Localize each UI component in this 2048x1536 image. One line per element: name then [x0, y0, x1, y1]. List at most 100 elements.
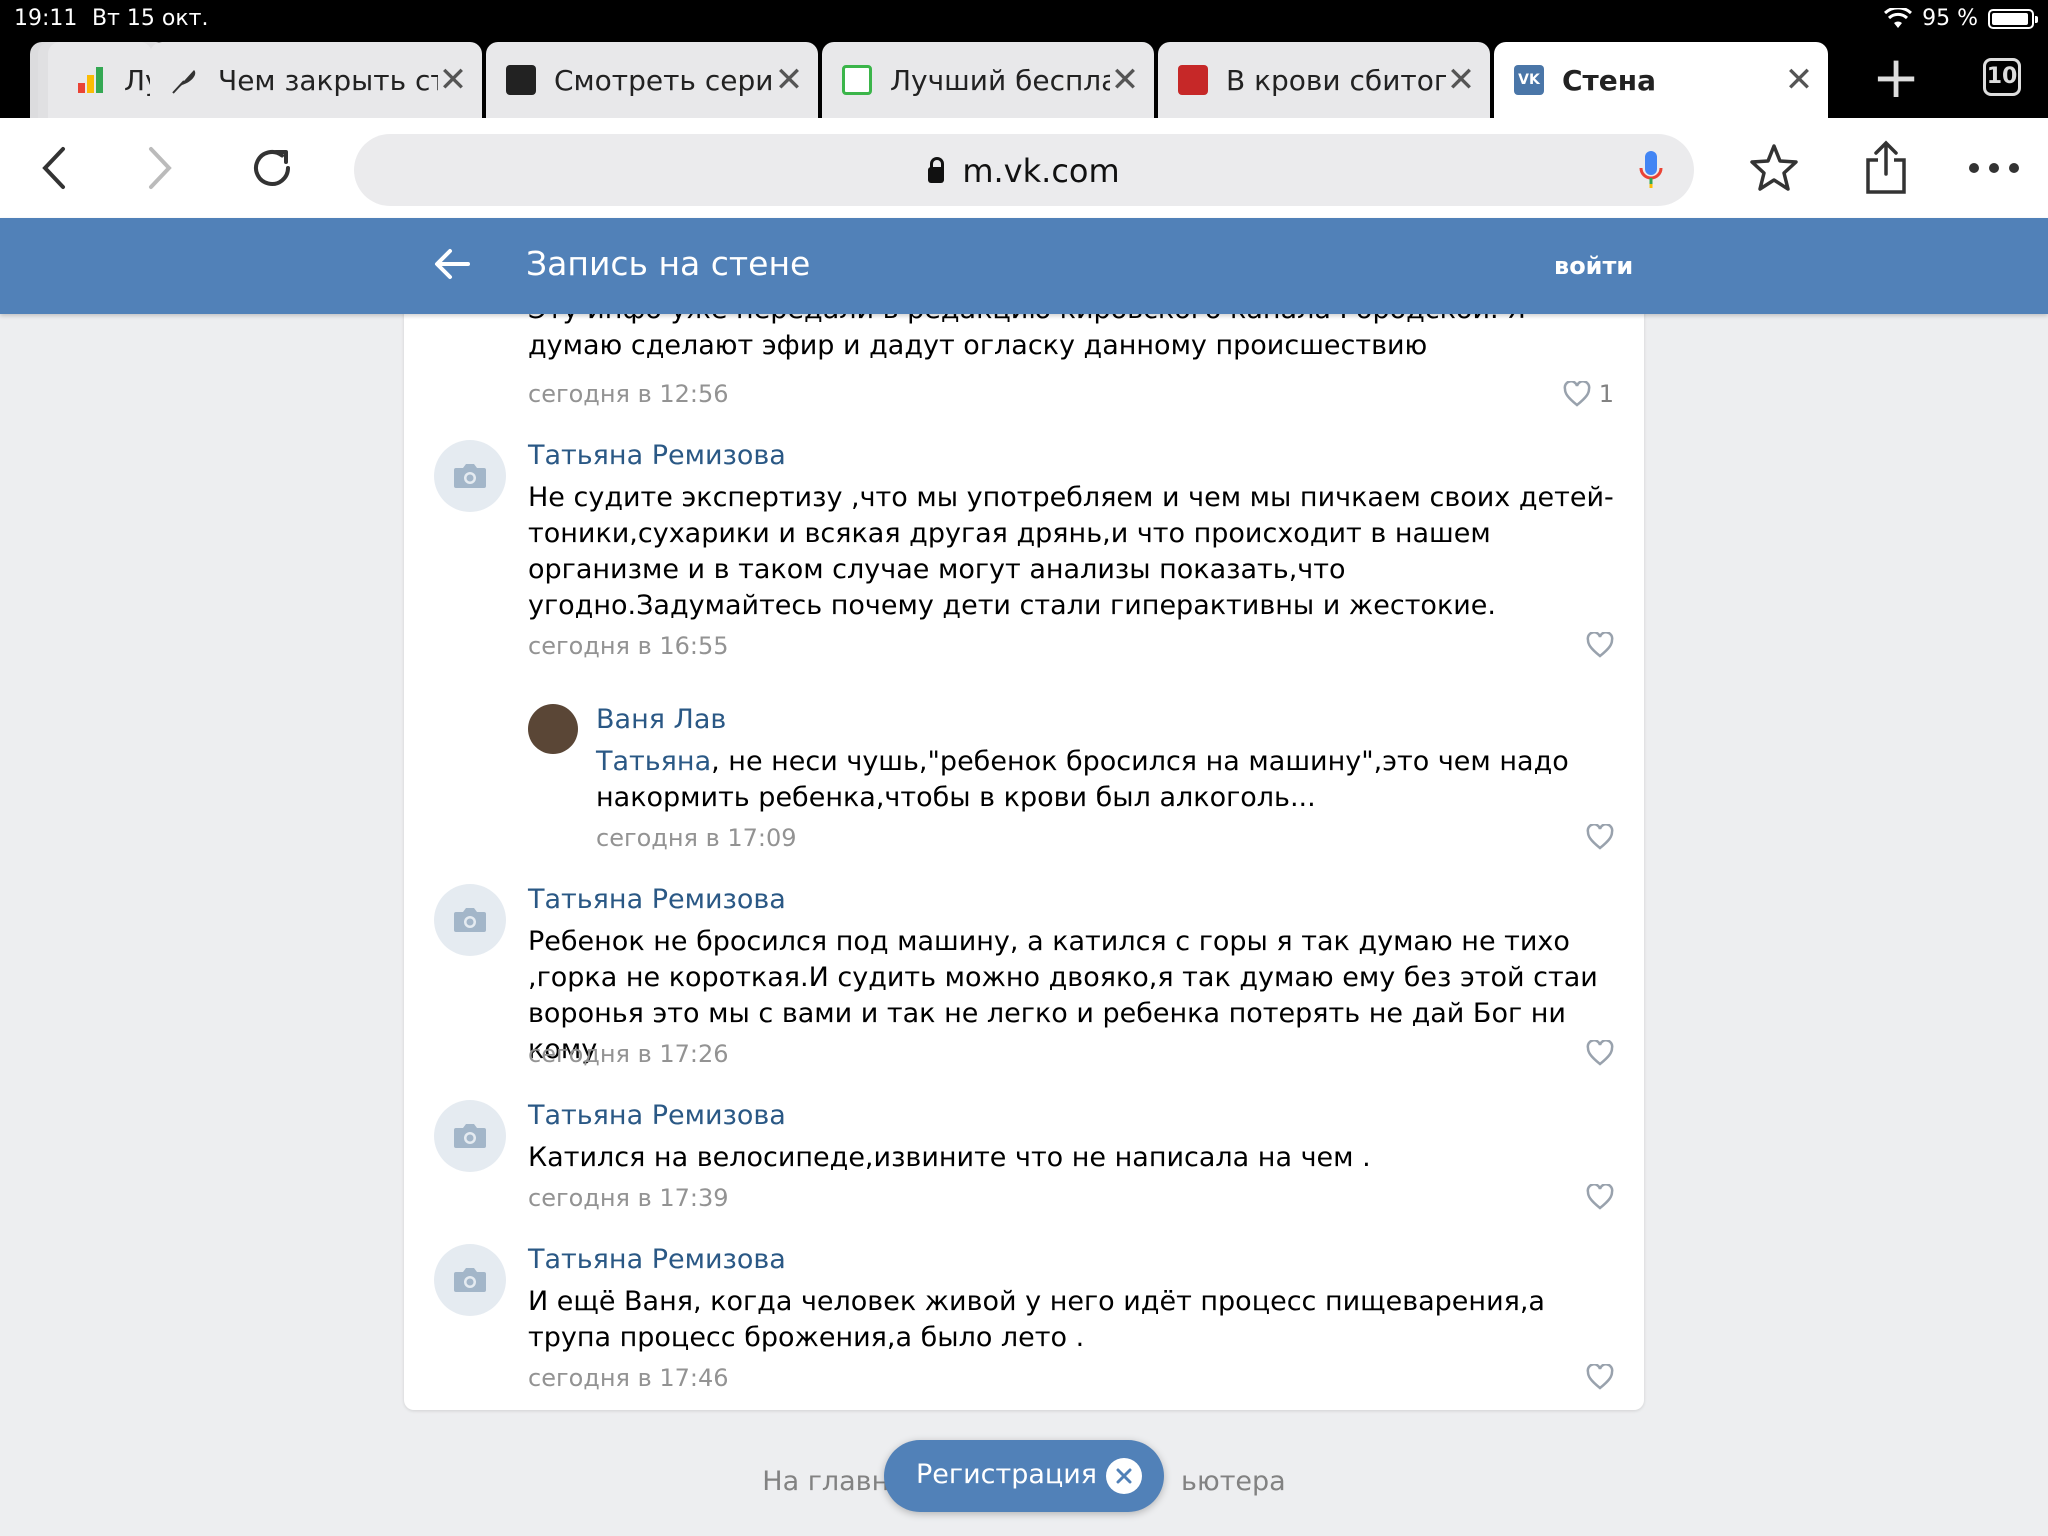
- vk-header: Запись на стене войти: [0, 218, 2048, 314]
- tab-1[interactable]: Чем закрыть ст ✕: [150, 42, 482, 118]
- tab-title: Лу: [124, 63, 152, 97]
- comment-time[interactable]: сегодня в 17:09: [596, 824, 797, 852]
- like-button[interactable]: 1: [1563, 380, 1614, 408]
- comment-time[interactable]: сегодня в 17:39: [528, 1184, 729, 1212]
- tab-3[interactable]: Лучший беспла ✕: [822, 42, 1154, 118]
- tab-strip: Лу Чем закрыть ст ✕ Смотреть сери ✕ Лучш…: [0, 40, 2048, 118]
- back-button[interactable]: [26, 140, 82, 196]
- microphone-icon[interactable]: [1638, 150, 1664, 190]
- browser-top-chrome: 19:11 Вт 15 окт. 95 % Лу: [0, 0, 2048, 118]
- address-url-display: m.vk.com: [354, 152, 1694, 190]
- new-tab-button[interactable]: +: [1868, 48, 1924, 108]
- login-link[interactable]: войти: [1554, 252, 1633, 280]
- heart-icon: [1586, 1184, 1614, 1210]
- heart-icon: [1586, 1040, 1614, 1066]
- comment-text: Татьяна, не неси чушь,"ребенок бросился …: [596, 744, 1596, 816]
- heart-icon: [1586, 632, 1614, 658]
- document-icon: [842, 65, 872, 95]
- comment-time[interactable]: сегодня в 17:26: [528, 1040, 729, 1068]
- camera-icon: [454, 1124, 486, 1148]
- address-bar[interactable]: m.vk.com: [354, 134, 1694, 206]
- feather-icon: [172, 70, 196, 94]
- comment-time[interactable]: сегодня в 16:55: [528, 632, 729, 660]
- like-button[interactable]: [1586, 632, 1614, 658]
- tab-4[interactable]: В крови сбитог ✕: [1158, 42, 1490, 118]
- heart-icon: [1586, 1364, 1614, 1390]
- registration-close-button[interactable]: [1106, 1458, 1142, 1494]
- comment-author[interactable]: Татьяна Ремизова: [528, 1244, 786, 1275]
- close-icon[interactable]: ✕: [1784, 60, 1814, 100]
- tab-5-active[interactable]: VK Стена ✕: [1494, 42, 1828, 118]
- registration-label: Регистрация: [916, 1459, 1098, 1490]
- forward-button[interactable]: [132, 140, 188, 196]
- lock-icon: [928, 157, 945, 183]
- more-menu-button[interactable]: [1966, 140, 2022, 196]
- share-icon: [1866, 140, 1906, 194]
- vk-logo-icon: VK: [1514, 65, 1544, 95]
- comment-text: Не судите экспертизу ,что мы употребляем…: [528, 482, 1614, 621]
- more-dots-icon: [1969, 163, 2019, 173]
- avatar[interactable]: [434, 884, 506, 956]
- like-button[interactable]: [1586, 824, 1614, 850]
- reload-button[interactable]: [244, 140, 300, 196]
- share-button[interactable]: [1858, 140, 1914, 196]
- comment-author[interactable]: Ваня Лав: [596, 704, 726, 735]
- tab-title: Чем закрыть ст: [218, 63, 438, 97]
- like-button[interactable]: [1586, 1364, 1614, 1390]
- tab-0[interactable]: Лу: [48, 42, 152, 118]
- close-icon[interactable]: ✕: [774, 60, 804, 100]
- tab-count-button[interactable]: 10: [1983, 58, 2021, 96]
- comment-text: И ещё Ваня, когда человек живой у него и…: [528, 1286, 1545, 1353]
- battery-percent: 95 %: [1922, 6, 1978, 31]
- avatar[interactable]: [434, 440, 506, 512]
- news-icon: [1178, 65, 1208, 95]
- page-title: Запись на стене: [526, 244, 811, 283]
- comment-author[interactable]: Татьяна Ремизова: [528, 884, 786, 915]
- close-icon: [1116, 1468, 1132, 1484]
- reply-mention-link[interactable]: Татьяна: [596, 746, 711, 777]
- tab-title: Лучший беспла: [890, 63, 1110, 97]
- camera-icon: [454, 1268, 486, 1292]
- wifi-icon: [1884, 7, 1913, 28]
- bar-chart-icon: [78, 67, 103, 93]
- close-icon[interactable]: ✕: [1446, 60, 1476, 100]
- reload-icon: [254, 150, 290, 186]
- tab-title: Смотреть сери: [554, 63, 774, 97]
- tab-title: В крови сбитог: [1226, 63, 1446, 97]
- battery-icon: [1988, 8, 2038, 29]
- registration-button[interactable]: Регистрация: [884, 1440, 1164, 1512]
- avatar[interactable]: [434, 1100, 506, 1172]
- comments-card: Эту инфо уже передали в редакцию кировск…: [404, 300, 1644, 1410]
- tab-title: Стена: [1562, 63, 1657, 97]
- comment-author[interactable]: Татьяна Ремизова: [528, 440, 786, 471]
- avatar[interactable]: [528, 704, 578, 754]
- star-icon: [1750, 144, 1798, 191]
- heart-icon: [1586, 824, 1614, 850]
- comment-time[interactable]: сегодня в 12:56: [528, 380, 729, 408]
- bookmark-button[interactable]: [1746, 140, 1802, 196]
- camera-icon: [454, 464, 486, 488]
- avatar[interactable]: [434, 1244, 506, 1316]
- address-url: m.vk.com: [962, 152, 1120, 190]
- status-date: Вт 15 окт.: [92, 6, 209, 31]
- camera-icon: [454, 908, 486, 932]
- status-time: 19:11: [14, 6, 78, 31]
- like-button[interactable]: [1586, 1184, 1614, 1210]
- status-indicators: 95 %: [1884, 6, 2038, 31]
- close-icon[interactable]: ✕: [1110, 60, 1140, 100]
- reply-text: , не неси чушь,"ребенок бросился на маши…: [596, 746, 1569, 813]
- battery-fill: [1992, 12, 2029, 25]
- chevron-right-icon: [149, 147, 172, 189]
- arrow-left-icon[interactable]: [432, 246, 472, 282]
- tab-2[interactable]: Смотреть сери ✕: [486, 42, 818, 118]
- chevron-left-icon: [42, 147, 65, 189]
- comment-time[interactable]: сегодня в 17:46: [528, 1364, 729, 1392]
- comment-text: Катился на велосипеде,извините что не на…: [528, 1142, 1371, 1173]
- heart-icon: [1563, 381, 1591, 407]
- status-bar: 19:11 Вт 15 окт. 95 %: [0, 0, 2048, 40]
- close-icon[interactable]: ✕: [438, 60, 468, 100]
- tv-icon: [506, 65, 536, 95]
- like-button[interactable]: [1586, 1040, 1614, 1066]
- browser-toolbar: m.vk.com: [0, 118, 2048, 218]
- comment-author[interactable]: Татьяна Ремизова: [528, 1100, 786, 1131]
